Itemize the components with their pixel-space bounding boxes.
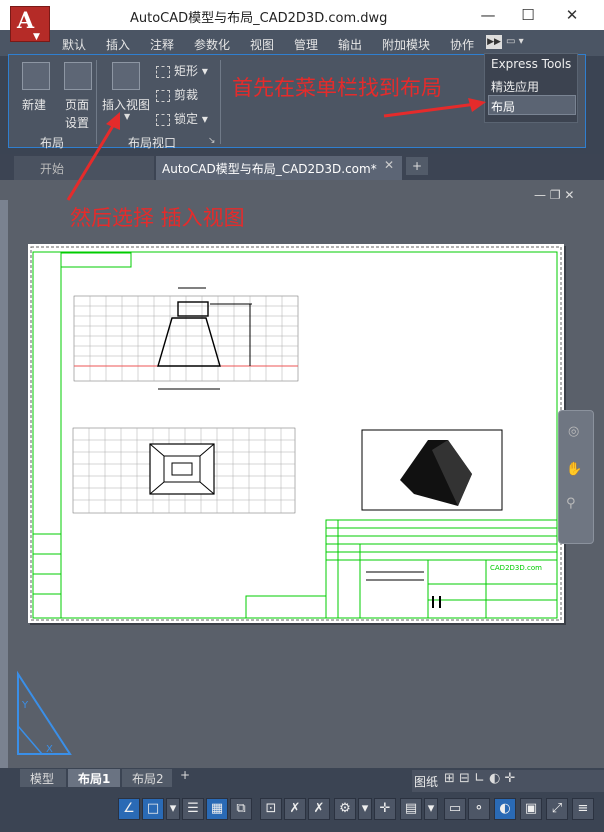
annotation-left: 然后选择 插入视图	[70, 206, 245, 230]
lock-ui-icon[interactable]: ▭	[444, 798, 466, 820]
more-tabs-icon[interactable]: ▶▶	[486, 35, 502, 49]
new-layout-icon	[22, 62, 50, 90]
rectangle-icon	[156, 65, 170, 78]
menu-collaborate[interactable]: 协作	[450, 36, 474, 53]
menu-default[interactable]: 默认	[62, 36, 86, 53]
close-icon[interactable]: ✕	[560, 4, 584, 26]
workspace-dropdown-icon[interactable]: ▾	[358, 798, 372, 820]
isolate-objects-icon[interactable]: ⚬	[468, 798, 490, 820]
maximize-icon[interactable]: ☐	[516, 4, 540, 26]
new-layout-button[interactable]: 新建	[22, 96, 46, 113]
rect-label: 矩形	[174, 64, 199, 78]
application-menu-button[interactable]: A ▼	[10, 6, 50, 42]
left-edge-strip	[0, 200, 8, 770]
front-view	[73, 295, 299, 382]
customize-icon[interactable]: ≡	[572, 798, 594, 820]
ucs-icon: Y X	[17, 670, 72, 755]
add-layout-button[interactable]: +	[180, 768, 190, 782]
clip-icon	[156, 89, 170, 102]
paper-space-toggle[interactable]: 图纸	[414, 773, 438, 790]
ortho-icon[interactable]: ∠	[118, 798, 140, 820]
menu-annotate[interactable]: 注释	[150, 36, 174, 53]
menu-item-featured-apps[interactable]: 精选应用	[491, 78, 539, 95]
insert-view-icon	[112, 62, 140, 90]
minimize-icon[interactable]: —	[476, 4, 500, 26]
transparency-icon[interactable]: ▦	[206, 798, 228, 820]
selection-cycle-icon[interactable]: ⧉	[230, 798, 252, 820]
panel-separator-2	[220, 60, 221, 144]
menu-item-layout[interactable]: 布局	[491, 98, 515, 115]
menu-output[interactable]: 输出	[338, 36, 362, 53]
annotation-scale-icon[interactable]: ✗	[308, 798, 330, 820]
quick-properties-icon[interactable]: ▤	[400, 798, 422, 820]
lineweight-icon[interactable]: ☰	[182, 798, 204, 820]
dropdown-arrow-icon: ▼	[33, 32, 40, 42]
properties-dropdown-icon[interactable]: ▾	[424, 798, 438, 820]
fullscreen-icon[interactable]: ⤢	[546, 798, 568, 820]
menu-view[interactable]: 视图	[250, 36, 274, 53]
lock-icon	[156, 113, 170, 126]
polar-icon[interactable]: □	[142, 798, 164, 820]
zoom-icon[interactable]: ⚲	[566, 496, 576, 511]
clip-label: 剪裁	[174, 88, 199, 102]
menu-manage[interactable]: 管理	[294, 36, 318, 53]
gear-icon[interactable]: ⚙	[334, 798, 356, 820]
cad-drawing: CAD2D3D.com	[30, 246, 562, 621]
new-tab-button[interactable]: +	[406, 157, 428, 175]
window-title: AutoCAD模型与布局_CAD2D3D.com.dwg	[130, 11, 388, 26]
svg-text:X: X	[46, 744, 53, 755]
viewport-window-controls-icon[interactable]: — ❐ ✕	[534, 188, 574, 202]
crosshair-icon[interactable]: ✛	[374, 798, 396, 820]
ribbon-toggle-icon[interactable]: ▭ ▾	[506, 36, 524, 47]
tab-active-label: AutoCAD模型与布局_CAD2D3D.com*	[162, 162, 377, 176]
annotation-arrow-right	[383, 98, 486, 118]
page-setup-icon	[64, 62, 92, 90]
3d-osnap-icon[interactable]: ⊡	[260, 798, 282, 820]
lock-label: 锁定	[174, 112, 199, 126]
polar-dropdown-icon[interactable]: ▾	[166, 798, 180, 820]
menu-insert[interactable]: 插入	[106, 36, 130, 53]
tab-model-label: 模型	[30, 772, 55, 786]
svg-text:Y: Y	[21, 700, 29, 711]
lock-viewport-button[interactable]: 锁定 ▾	[156, 110, 208, 127]
tab-layout2-label: 布局2	[132, 772, 164, 786]
annotation-visibility-icon[interactable]: ✗	[284, 798, 306, 820]
annotation-arrow-up	[66, 112, 120, 201]
menu-item-express-tools[interactable]: Express Tools	[491, 57, 571, 71]
rect-viewport-button[interactable]: 矩形 ▾	[156, 62, 208, 79]
menu-parametric[interactable]: 参数化	[194, 36, 230, 53]
menu-addins[interactable]: 附加模块	[382, 36, 430, 53]
panel-expand-icon[interactable]: ↘	[208, 136, 216, 146]
pan-icon[interactable]: ✋	[566, 462, 582, 477]
tab-layout1-label: 布局1	[78, 772, 111, 786]
site-text: CAD2D3D.com	[490, 564, 542, 572]
steering-wheel-icon[interactable]: ◎	[568, 424, 579, 439]
clip-viewport-button[interactable]: 剪裁	[156, 86, 198, 103]
tab-close-icon[interactable]: ✕	[384, 158, 394, 172]
viewport-panel-title: 布局视口	[128, 136, 177, 150]
autocad-logo-letter: A	[17, 8, 35, 34]
status-grid-icons[interactable]: ⊞ ⊟ ∟ ◐ ✛	[444, 771, 515, 786]
hardware-accel-icon[interactable]: ◐	[494, 798, 516, 820]
clean-screen-icon[interactable]: ▣	[520, 798, 542, 820]
